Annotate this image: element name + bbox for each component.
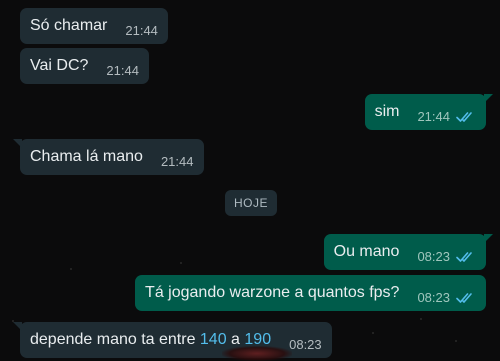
wallpaper-speck [372,332,374,334]
message-text: Chama lá mano [30,148,143,165]
chat-area: Só chamar 21:44 Vai DC? 21:44 sim 21:44 … [0,0,500,361]
outgoing-message[interactable]: Tá jogando warzone a quantos fps? 08:23 [135,275,486,311]
message-text: Tá jogando warzone a quantos fps? [145,284,400,301]
message-time: 21:44 [160,153,194,169]
wallpaper-speck [180,262,182,264]
message-time: 08:23 [417,289,450,305]
message-time: 21:44 [125,22,158,38]
outgoing-message[interactable]: Ou mano 08:23 [323,234,494,270]
wallpaper-speck [420,318,422,320]
wallpaper-logo [222,346,292,361]
incoming-message[interactable]: Só chamar 21:44 [20,8,168,44]
double-check-icon [456,110,476,122]
incoming-message[interactable]: Chama lá mano 21:44 [13,139,204,175]
message-text: sim [374,103,400,120]
message-time: 08:23 [417,248,450,264]
double-check-icon [456,250,476,262]
message-text: Ou mano [333,243,400,260]
message-text: Vai DC? [30,57,89,74]
message-time: 21:44 [417,108,450,124]
double-check-icon [456,291,476,303]
message-text: Só chamar [30,17,108,34]
outgoing-message[interactable]: sim 21:44 [364,94,494,130]
incoming-message[interactable]: Vai DC? 21:44 [20,48,149,84]
message-time: 08:23 [289,336,322,352]
message-time: 21:44 [106,62,139,78]
wallpaper-speck [70,268,72,270]
message-text-part: depende mano ta entre [30,331,200,348]
date-separator: HOJE [225,190,278,216]
wallpaper-speck [455,340,457,342]
